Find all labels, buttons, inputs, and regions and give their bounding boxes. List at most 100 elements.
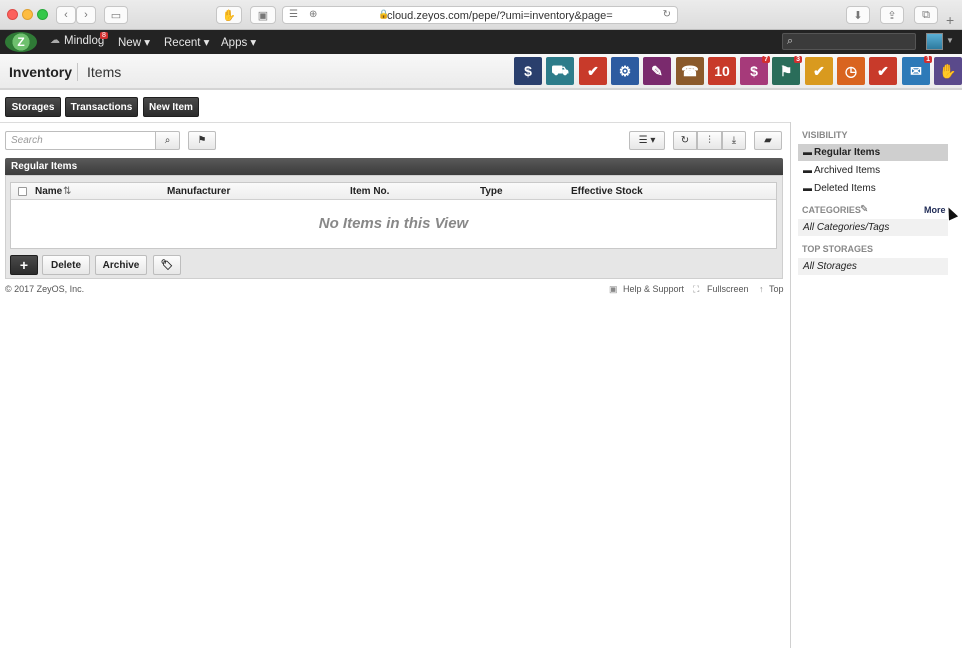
- document-user-icon-glyph: ✎: [651, 62, 663, 79]
- folder-check-icon-glyph: ✔: [587, 62, 599, 79]
- chevron-left-icon: ‹: [64, 9, 68, 21]
- comments-button[interactable]: ▰: [754, 131, 782, 150]
- filter-flag-button[interactable]: ⚑: [188, 131, 216, 150]
- invoice-icon[interactable]: ✔: [869, 57, 897, 85]
- flag-icon[interactable]: ⚑ 3: [772, 56, 802, 85]
- contacts-icon[interactable]: ☎: [676, 57, 704, 85]
- mail-icon-glyph: ✉: [910, 62, 922, 79]
- comments-icon: ▰: [764, 135, 772, 146]
- add-bookmark-icon[interactable]: ⊕: [309, 9, 317, 20]
- forward-button[interactable]: ›: [76, 6, 96, 24]
- sidebar-item-label: Regular Items: [814, 147, 881, 158]
- back-button[interactable]: ‹: [56, 6, 76, 24]
- column-item-no[interactable]: Item No.: [350, 186, 389, 197]
- user-avatar[interactable]: [926, 33, 943, 50]
- refresh-button[interactable]: ↻: [673, 131, 697, 150]
- document-user-icon[interactable]: ✎: [643, 57, 671, 85]
- folder-check-icon[interactable]: ✔: [579, 57, 607, 85]
- search-input[interactable]: Search: [5, 131, 156, 150]
- mail-icon[interactable]: ✉ 1: [902, 56, 932, 85]
- calendar-icon-glyph: 10: [714, 63, 730, 79]
- downloads-button[interactable]: ⬇: [846, 6, 870, 24]
- columns-button[interactable]: ⫶: [697, 131, 722, 150]
- truck-icon-glyph: ⛟: [551, 61, 569, 78]
- truck-icon[interactable]: ⛟: [546, 57, 574, 85]
- archive-button[interactable]: Archive: [95, 255, 147, 275]
- handshake-icon[interactable]: ✋: [934, 57, 962, 85]
- cashier-icon[interactable]: $7: [740, 56, 770, 85]
- view-mode-button[interactable]: ☰ ▾: [629, 131, 665, 150]
- gear-icon-glyph: ⚙: [618, 62, 632, 79]
- url-text: cloud.zeyos.com/pepe/?umi=inventory&page…: [387, 10, 613, 22]
- timer-icon-glyph: ◷: [844, 62, 858, 79]
- column-name[interactable]: Name: [35, 186, 62, 197]
- notification-badge: 1: [924, 56, 932, 63]
- tasks-icon[interactable]: ✔: [805, 57, 833, 85]
- export-button[interactable]: ⤓: [722, 131, 746, 150]
- page-subtitle: Items: [87, 64, 122, 80]
- new-tab-icon[interactable]: +: [946, 12, 954, 28]
- search-placeholder: Search: [11, 135, 43, 146]
- zoom-window-button[interactable]: [37, 9, 48, 20]
- visibility-heading: VISIBILITY: [802, 130, 848, 140]
- fullscreen-link[interactable]: Fullscreen: [707, 284, 749, 294]
- storages-button[interactable]: Storages: [5, 97, 61, 117]
- password-button[interactable]: ▣: [250, 6, 276, 24]
- tag-icon: 🏷: [160, 259, 174, 271]
- search-button[interactable]: ⌕: [155, 131, 180, 150]
- help-support-link[interactable]: Help & Support: [623, 284, 684, 294]
- share-button[interactable]: ⇪: [880, 6, 904, 24]
- notification-badge: 3: [794, 56, 802, 63]
- sidebar-item-all-storages[interactable]: All Storages: [798, 258, 948, 275]
- dollar-icon[interactable]: $: [514, 57, 542, 85]
- list-icon: ☰ ▾: [638, 135, 656, 146]
- column-manufacturer[interactable]: Manufacturer: [167, 186, 230, 197]
- column-type[interactable]: Type: [480, 186, 503, 197]
- sidebar-item-label: Deleted Items: [814, 183, 876, 194]
- gear-icon[interactable]: ⚙: [611, 57, 639, 85]
- sidebar-divider: [790, 122, 791, 648]
- nav-mindlog[interactable]: Mindlog: [64, 35, 104, 47]
- handshake-icon-glyph: ✋: [939, 62, 957, 79]
- nav-new[interactable]: New ▾: [118, 35, 150, 49]
- page-title[interactable]: Inventory: [9, 64, 72, 80]
- page-header: Inventory Items $ ⛟ ✔ ⚙ ✎ ☎ 10 $7 ⚑ 3 ✔ ◷ ✔ ✉ 1 ✋: [0, 54, 962, 90]
- sidebar-toggle-button[interactable]: ▭: [104, 6, 128, 24]
- close-window-button[interactable]: [7, 9, 18, 20]
- add-item-button[interactable]: +: [10, 255, 38, 275]
- pencil-icon[interactable]: ✎: [860, 204, 868, 215]
- tabs-overview-button[interactable]: ⧉: [914, 6, 938, 24]
- folder-icon: ▬: [803, 147, 812, 157]
- calendar-icon[interactable]: 10: [708, 57, 736, 85]
- timer-icon[interactable]: ◷: [837, 57, 865, 85]
- tag-button[interactable]: 🏷: [153, 255, 181, 275]
- top-link[interactable]: Top: [769, 284, 784, 294]
- notification-badge: 7: [762, 56, 770, 63]
- sort-icon[interactable]: ⇅: [63, 186, 71, 197]
- sidebar-item-deleted[interactable]: ▬ Deleted Items: [798, 180, 948, 197]
- column-effective-stock[interactable]: Effective Stock: [571, 186, 643, 197]
- categories-more-link[interactable]: More: [924, 205, 946, 215]
- extension-button[interactable]: ✋: [216, 6, 242, 24]
- delete-button[interactable]: Delete: [42, 255, 90, 275]
- table-title: Regular Items: [11, 161, 78, 172]
- table-panel: Name ⇅ Manufacturer Item No. Type Effect…: [5, 175, 783, 279]
- zeyos-logo[interactable]: Z: [5, 32, 37, 52]
- sidebar-item-regular[interactable]: ▬ Regular Items: [798, 144, 948, 161]
- transactions-button[interactable]: Transactions: [65, 97, 138, 117]
- sidebar-item-archived[interactable]: ▬ Archived Items: [798, 162, 948, 179]
- select-all-checkbox[interactable]: [18, 187, 27, 196]
- reader-icon[interactable]: ☰: [289, 9, 298, 20]
- app-top-nav: Z ☁ Mindlog 8 New ▾ Recent ▾ Apps ▾ ⌕ ▼: [0, 30, 962, 54]
- reload-icon[interactable]: ↻: [663, 9, 671, 20]
- nav-apps[interactable]: Apps ▾: [221, 35, 256, 49]
- sidebar-item-all-categories[interactable]: All Categories/Tags: [798, 219, 948, 236]
- minimize-window-button[interactable]: [22, 9, 33, 20]
- refresh-icon: ↻: [680, 135, 690, 146]
- nav-recent[interactable]: Recent ▾: [164, 35, 209, 49]
- items-table: Name ⇅ Manufacturer Item No. Type Effect…: [10, 182, 777, 249]
- chevron-down-icon[interactable]: ▼: [946, 36, 954, 45]
- global-search-input[interactable]: ⌕: [782, 33, 916, 50]
- new-item-button[interactable]: New Item: [143, 97, 199, 117]
- address-bar[interactable]: ☰ ⊕ 🔒 cloud.zeyos.com/pepe/?umi=inventor…: [282, 6, 678, 24]
